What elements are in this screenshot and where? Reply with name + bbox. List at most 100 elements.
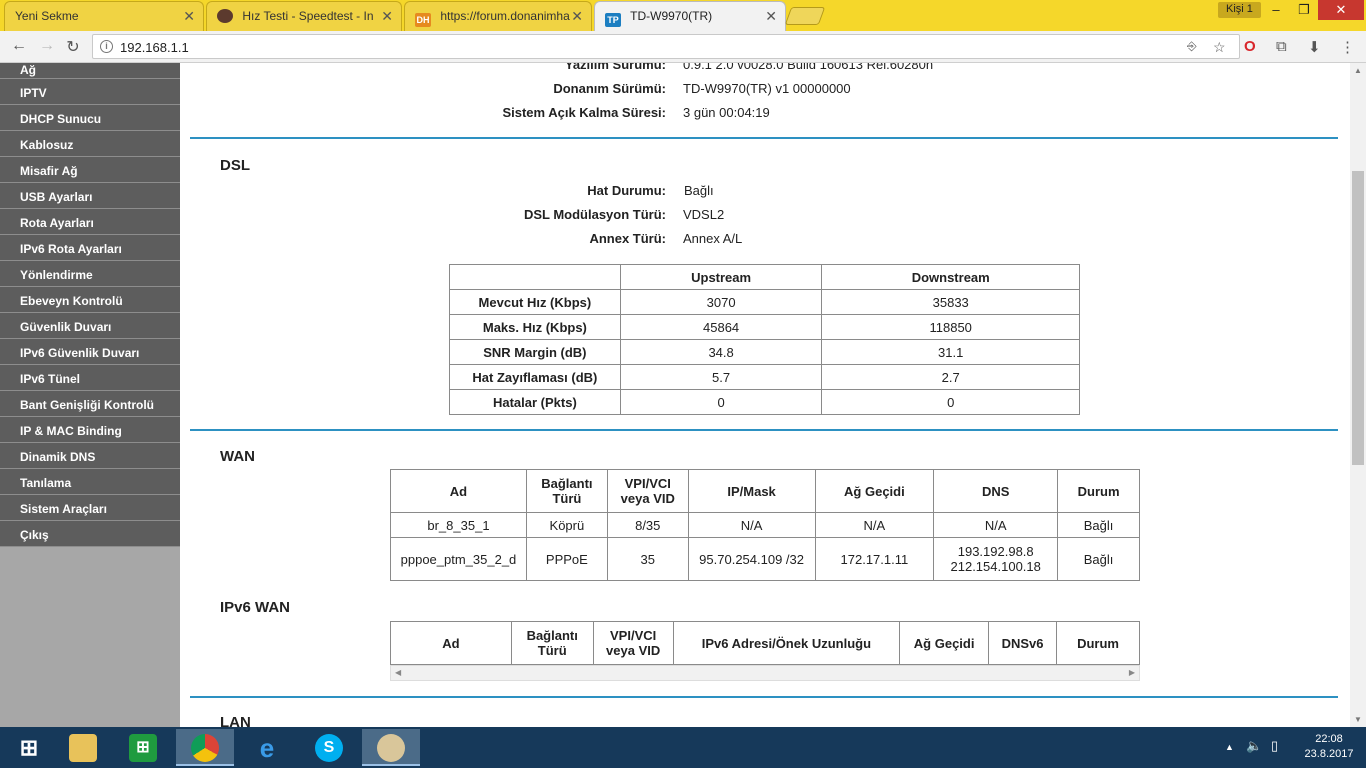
cell-value: N/A xyxy=(687,512,816,538)
windows-start-icon[interactable]: ⊞ xyxy=(0,729,58,766)
tab-tdw9970[interactable]: TP TD-W9970(TR) ✕ xyxy=(594,1,786,31)
table-header: Ad xyxy=(390,621,512,665)
table-header: DNS xyxy=(933,469,1059,513)
opera-icon[interactable]: O xyxy=(1244,38,1256,55)
hardware-label: Donanım Sürümü: xyxy=(553,81,666,96)
sidebar-item-bandwidth[interactable]: Bant Genişliği Kontrolü xyxy=(0,391,180,417)
close-icon[interactable]: ✕ xyxy=(571,8,583,25)
cell-value: 31.1 xyxy=(821,339,1080,365)
sidebar-item-forwarding[interactable]: Yönlendirme xyxy=(0,261,180,287)
close-icon[interactable]: ✕ xyxy=(765,8,777,25)
scroll-left-icon[interactable]: ◀ xyxy=(395,668,401,677)
sidebar-item-dhcp[interactable]: DHCP Sunucu xyxy=(0,105,180,131)
sidebar-item-ip-mac[interactable]: IP & MAC Binding xyxy=(0,417,180,443)
minimize-icon[interactable]: – xyxy=(1262,0,1290,20)
sidebar-item-ag[interactable]: Ağ xyxy=(0,63,180,79)
table-row: Mevcut Hız (Kbps) 3070 35833 xyxy=(449,289,1080,315)
annex-value: Annex A/L xyxy=(683,231,743,246)
tab-speedtest[interactable]: Hız Testi - Speedtest - In ✕ xyxy=(206,1,402,31)
table-header: Durum xyxy=(1057,469,1140,513)
taskbar-clock[interactable]: 22:08 23.8.2017 xyxy=(1300,732,1358,762)
new-tab-button[interactable] xyxy=(784,7,826,25)
cell-value: 2.7 xyxy=(821,364,1080,390)
close-icon[interactable]: ✕ xyxy=(183,8,195,25)
window-close-icon[interactable]: ✕ xyxy=(1318,0,1364,20)
tab-donanimhaber[interactable]: DH https://forum.donanimha ✕ xyxy=(404,1,592,31)
table-header: Downstream xyxy=(821,264,1080,290)
table-row: Hatalar (Pkts) 0 0 xyxy=(449,389,1080,415)
cell-value: PPPoE xyxy=(525,537,608,581)
cell-value: 8/35 xyxy=(606,512,689,538)
url-text[interactable]: 192.168.1.1 xyxy=(120,40,189,55)
sidebar-item-ipv6-tunnel[interactable]: IPv6 Tünel xyxy=(0,365,180,391)
sidebar-item-iptv[interactable]: IPTV xyxy=(0,79,180,105)
paint-icon[interactable] xyxy=(362,729,420,766)
skype-icon[interactable]: S xyxy=(300,729,358,766)
cell-value: 34.8 xyxy=(619,339,823,365)
tab-yeni-sekme[interactable]: Yeni Sekme ✕ xyxy=(4,1,204,31)
sidebar-item-ipv6-route[interactable]: IPv6 Rota Ayarları xyxy=(0,235,180,261)
chrome-icon[interactable] xyxy=(176,729,234,766)
page-info-icon[interactable]: i xyxy=(100,40,113,53)
volume-icon[interactable]: 🔈 xyxy=(1246,738,1262,754)
file-explorer-icon[interactable] xyxy=(54,729,112,766)
sidebar-item-ipv6-firewall[interactable]: IPv6 Güvenlik Duvarı xyxy=(0,339,180,365)
sidebar-item-logout[interactable]: Çıkış xyxy=(0,521,180,547)
address-bar[interactable]: i 192.168.1.1 ⎆ ☆ xyxy=(92,34,1240,59)
forward-icon[interactable]: → xyxy=(36,37,58,55)
table-header: VPI/VCI veya VID xyxy=(606,469,689,513)
cell-value: N/A xyxy=(933,512,1059,538)
bookmark-star-icon[interactable]: ☆ xyxy=(1213,39,1226,56)
table-header: IP/Mask xyxy=(687,469,816,513)
sidebar-item-usb[interactable]: USB Ayarları xyxy=(0,183,180,209)
vertical-scrollbar[interactable]: ▲ ▼ xyxy=(1350,63,1366,727)
network-icon[interactable]: ▯ xyxy=(1271,738,1278,754)
tray-expand-icon[interactable]: ▲ xyxy=(1225,742,1234,752)
clock-date: 23.8.2017 xyxy=(1304,748,1354,760)
menu-icon[interactable]: ⋮ xyxy=(1340,38,1355,56)
profile-button[interactable]: Kişi 1 xyxy=(1218,2,1261,18)
scroll-up-icon[interactable]: ▲ xyxy=(1354,66,1362,75)
tab-title: Hız Testi - Speedtest - In xyxy=(242,9,374,23)
wan-title: WAN xyxy=(220,448,255,465)
table-header: Ağ Geçidi xyxy=(814,469,935,513)
scroll-thumb[interactable] xyxy=(1352,171,1364,465)
row-label: Mevcut Hız (Kbps) xyxy=(449,289,621,315)
sidebar-item-parental[interactable]: Ebeveyn Kontrolü xyxy=(0,287,180,313)
scroll-down-icon[interactable]: ▼ xyxy=(1354,715,1362,724)
store-icon[interactable]: ⊞ xyxy=(114,729,172,766)
cell-value: 0 xyxy=(821,389,1080,415)
dsl-title: DSL xyxy=(220,157,250,174)
table-header: Ad xyxy=(390,469,527,513)
edge-icon[interactable]: e xyxy=(238,729,296,766)
row-label: SNR Margin (dB) xyxy=(449,339,621,365)
ipv6-wan-table: Ad Bağlantı Türü VPI/VCI veya VID IPv6 A… xyxy=(390,621,1140,665)
scroll-right-icon[interactable]: ▶ xyxy=(1129,668,1135,677)
sidebar-item-system-tools[interactable]: Sistem Araçları xyxy=(0,495,180,521)
sidebar-item-firewall[interactable]: Güvenlik Duvarı xyxy=(0,313,180,339)
restore-icon[interactable]: ❐ xyxy=(1290,0,1318,20)
translate-icon[interactable]: ⎆ xyxy=(1187,39,1197,54)
modulation-label: DSL Modülasyon Türü: xyxy=(523,207,666,222)
reload-icon[interactable]: ↻ xyxy=(62,37,84,57)
back-icon[interactable]: ← xyxy=(8,37,30,55)
table-header: Ağ Geçidi xyxy=(899,621,990,665)
sidebar-item-wireless[interactable]: Kablosuz xyxy=(0,131,180,157)
sidebar-item-route[interactable]: Rota Ayarları xyxy=(0,209,180,235)
firmware-value: 0.9.1 2.0 v0028.0 Build 160613 Rel.60280… xyxy=(683,63,934,72)
table-header: DNSv6 xyxy=(988,621,1058,665)
sidebar-item-guest[interactable]: Misafir Ağ xyxy=(0,157,180,183)
sidebar-item-diagnostics[interactable]: Tanılama xyxy=(0,469,180,495)
wan-table: Ad Bağlantı Türü VPI/VCI veya VID IP/Mas… xyxy=(390,469,1140,581)
extension-icon[interactable]: ⧉ xyxy=(1276,38,1287,55)
close-icon[interactable]: ✕ xyxy=(381,8,393,25)
modulation-value: VDSL2 xyxy=(683,207,725,222)
download-icon[interactable]: ⬇ xyxy=(1308,38,1321,56)
table-header: Durum xyxy=(1056,621,1140,665)
cell-value: 35833 xyxy=(821,289,1080,315)
windows-taskbar: ⊞ ⊞ e S ▲ 🔈 ▯ 22:08 23.8.2017 xyxy=(0,727,1366,768)
sidebar-item-ddns[interactable]: Dinamik DNS xyxy=(0,443,180,469)
horizontal-scrollbar[interactable]: ◀ ▶ xyxy=(390,665,1140,681)
table-header: IPv6 Adresi/Önek Uzunluğu xyxy=(672,621,901,665)
table-row: SNR Margin (dB) 34.8 31.1 xyxy=(449,339,1080,365)
